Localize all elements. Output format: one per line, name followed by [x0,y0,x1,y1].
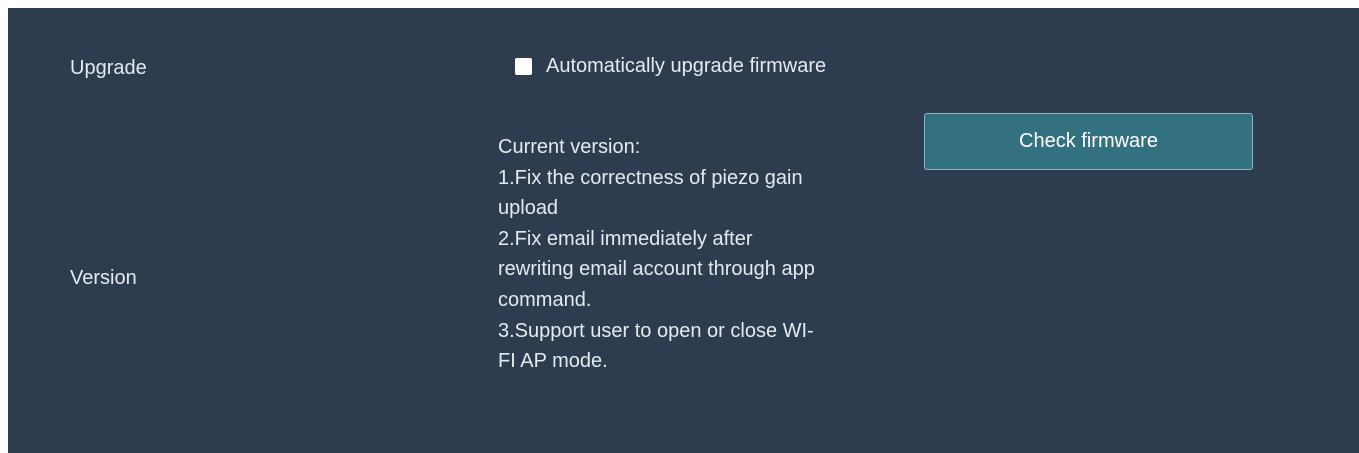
check-firmware-button[interactable]: Check firmware [924,113,1253,170]
version-notes: Current version: 1.Fix the correctness o… [498,132,928,377]
version-notes-line: command. [498,288,592,311]
firmware-settings-panel: Upgrade Automatically upgrade firmware V… [8,8,1359,453]
version-notes-line: 3.Support user to open or close WI- [498,319,814,342]
version-notes-line: 2.Fix email immediately after [498,227,753,250]
version-notes-line: rewriting email account through app [498,258,815,281]
upgrade-label: Upgrade [70,57,147,79]
version-notes-line: FI AP mode. [498,350,608,373]
version-label: Version [70,267,137,289]
version-notes-line: upload [498,197,559,220]
auto-upgrade-checkbox-row[interactable]: Automatically upgrade firmware [515,54,826,78]
auto-upgrade-checkbox-label[interactable]: Automatically upgrade firmware [546,54,826,78]
version-notes-line: 1.Fix the correctness of piezo gain [498,166,803,189]
version-notes-line: Current version: [498,136,641,158]
auto-upgrade-checkbox[interactable] [515,57,532,75]
